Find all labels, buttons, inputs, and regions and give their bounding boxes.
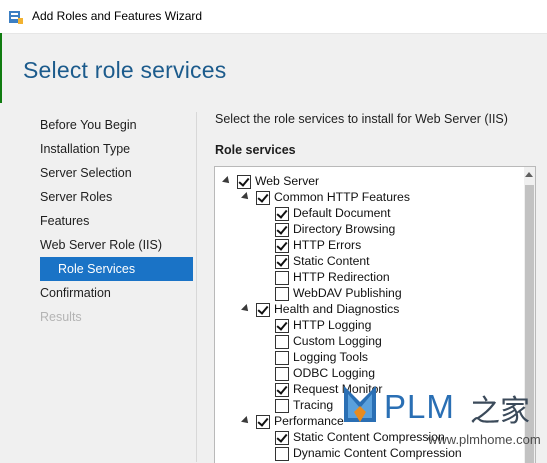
scroll-up-arrow-icon[interactable] [525,172,533,177]
watermark-url: www.plmhome.com [428,432,541,447]
tree-item-label: Default Document [293,206,391,220]
check-icon [257,415,269,427]
watermark-cn: 之家 [470,394,530,429]
tree-item[interactable]: WebDAV Publishing [215,286,525,302]
checkbox[interactable] [256,303,270,317]
tree-item-label: WebDAV Publishing [293,286,402,300]
page-title: Select role services [23,57,227,83]
checkbox[interactable] [275,431,289,445]
tree-item-label: HTTP Errors [293,238,362,252]
check-icon [238,175,250,187]
check-icon [276,223,288,235]
checkbox[interactable] [275,287,289,301]
accent-strip [0,33,2,103]
checkbox[interactable] [237,175,251,189]
check-icon [257,303,269,315]
checkbox[interactable] [275,255,289,269]
checkbox[interactable] [275,367,289,381]
checkbox[interactable] [256,415,270,429]
tree-item[interactable]: HTTP Redirection [215,270,525,286]
tree-item[interactable]: HTTP Errors [215,238,525,254]
nav-item: Results [40,310,82,324]
check-icon [276,239,288,251]
expand-arrow-icon[interactable] [222,176,232,186]
tree-item-label: Tracing [293,398,334,412]
checkbox[interactable] [275,239,289,253]
nav-item[interactable]: Before You Begin [30,113,193,137]
nav-item[interactable]: Features [30,209,193,233]
expand-arrow-icon[interactable] [241,192,251,202]
tree-item[interactable]: Common HTTP Features [215,190,525,206]
tree-item-label: Logging Tools [293,350,368,364]
checkbox[interactable] [275,223,289,237]
check-icon [276,255,288,267]
tree-item[interactable]: Static Content [215,254,525,270]
instruction-text: Select the role services to install for … [215,112,508,126]
checkbox[interactable] [275,447,289,461]
tree-item-label: Web Server [255,174,320,188]
tree-item-label: HTTP Redirection [293,270,390,284]
title-bar: Add Roles and Features Wizard [0,0,547,34]
checkbox[interactable] [275,319,289,333]
tree-item[interactable]: Health and Diagnostics [215,302,525,318]
tree-item-label: Directory Browsing [293,222,396,236]
tree-item-label: Common HTTP Features [274,190,410,204]
tree-item-label: Custom Logging [293,334,382,348]
check-icon [276,383,288,395]
nav-item[interactable]: Role Services [40,257,193,281]
checkbox[interactable] [275,399,289,413]
tree-item-label: Static Content [293,254,370,268]
check-icon [276,207,288,219]
expand-arrow-icon[interactable] [241,304,251,314]
checkbox[interactable] [275,271,289,285]
nav-item[interactable]: Server Selection [30,161,193,185]
checkbox[interactable] [275,383,289,397]
role-services-label: Role services [215,143,296,157]
nav-item[interactable]: Server Roles [30,185,193,209]
nav-divider [196,112,197,462]
checkbox[interactable] [275,207,289,221]
nav-item[interactable]: Installation Type [30,137,193,161]
check-icon [276,319,288,331]
tree-item[interactable]: HTTP Logging [215,318,525,334]
expand-arrow-icon[interactable] [241,416,251,426]
watermark-brand: PLM [384,388,455,425]
check-icon [276,431,288,443]
nav-item[interactable]: Confirmation [30,281,193,305]
nav-item[interactable]: Web Server Role (IIS) [30,233,193,257]
tree-item[interactable]: Logging Tools [215,350,525,366]
wizard-nav: Before You Begin Installation Type Server … [30,113,193,329]
tree-item-label: Performance [274,414,344,428]
checkbox[interactable] [256,191,270,205]
check-icon [257,191,269,203]
tree-item[interactable]: Directory Browsing [215,222,525,238]
checkbox[interactable] [275,351,289,365]
window-title: Add Roles and Features Wizard [32,9,203,23]
tree-item[interactable]: Default Document [215,206,525,222]
plm-logo-icon [344,386,376,422]
tree-item[interactable]: Custom Logging [215,334,525,350]
server-manager-icon [9,11,23,24]
tree-item-label: Health and Diagnostics [274,302,400,316]
tree-item-label: HTTP Logging [293,318,372,332]
checkbox[interactable] [275,335,289,349]
watermark: PLM 之家 www.plmhome.com [340,376,547,462]
tree-item[interactable]: Web Server [215,174,525,190]
